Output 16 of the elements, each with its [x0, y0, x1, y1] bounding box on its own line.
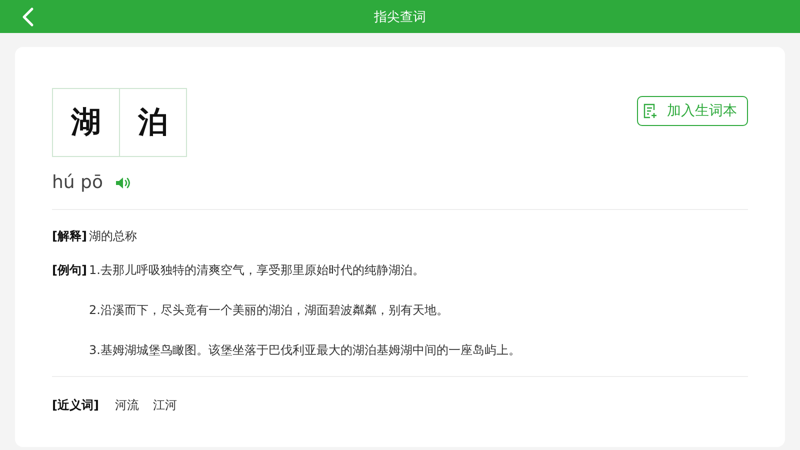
section-label: [近义词] [52, 397, 99, 414]
speaker-icon[interactable] [114, 176, 131, 190]
page-title: 指尖查词 [374, 8, 426, 26]
synonym-link[interactable]: 江河 [152, 397, 177, 414]
back-icon[interactable] [22, 7, 34, 27]
pinyin-text: hú pō [52, 172, 103, 193]
section-text: 3.基姆湖城堡鸟瞰图。该堡坐落于巴伐利亚最大的湖泊基姆湖中间的一座岛屿上。 [88, 342, 520, 358]
character-cell: 湖 [52, 88, 120, 157]
section-text: 2.沿溪而下，尽头竟有一个美丽的湖泊，湖面碧波粼粼，别有天地。 [88, 302, 450, 318]
section-text: 湖的总称 [88, 228, 137, 244]
character-cell: 泊 [120, 88, 187, 157]
section-label: [例句] [52, 262, 87, 279]
section-text: 1.去那儿呼吸独特的清爽空气，享受那里原始时代的纯静湖泊。 [88, 262, 426, 278]
notebook-add-icon [643, 103, 657, 119]
section-label: [解释] [52, 228, 87, 244]
synonym-link[interactable]: 河流 [114, 397, 139, 414]
